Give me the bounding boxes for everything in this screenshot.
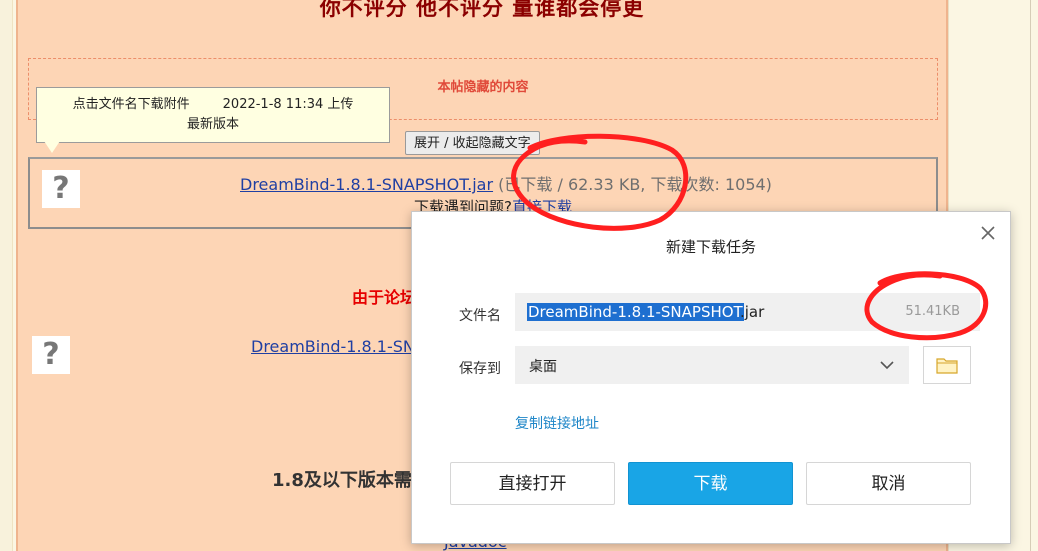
attachment-meta: (已下载 / 62.33 KB, 下载次数: 1054): [498, 175, 772, 194]
forum-notice-text: 由于论坛: [352, 288, 417, 307]
filename-label: 文件名: [459, 308, 501, 324]
filename-field[interactable]: DreamBind-1.8.1-SNAPSHOT .jar 51.41KB: [515, 293, 980, 331]
browse-folder-button[interactable]: [923, 346, 971, 384]
chevron-down-icon: [880, 361, 894, 370]
version-heading: 1.8及以下版本需: [272, 470, 412, 491]
cancel-button[interactable]: 取消: [806, 462, 971, 505]
tooltip-line2: 最新版本: [186, 117, 239, 132]
unknown-file-icon: ?: [42, 170, 80, 208]
open-directly-button[interactable]: 直接打开: [450, 462, 615, 505]
save-to-label: 保存到: [459, 361, 501, 377]
attachment-tooltip: 点击文件名下载附件 2022-1-8 11:34 上传 最新版本: [36, 87, 390, 143]
toggle-hidden-text-button[interactable]: 展开 / 收起隐藏文字: [405, 131, 540, 155]
copy-link-address[interactable]: 复制链接地址: [515, 413, 599, 433]
new-download-dialog: 新建下载任务 文件名 DreamBind-1.8.1-SNAPSHOT .jar…: [411, 211, 1011, 544]
attachment2-filename-link[interactable]: DreamBind-1.8.1-SNA: [251, 337, 426, 356]
filename-extension: .jar: [740, 303, 765, 321]
save-location-value: 桌面: [529, 359, 557, 375]
tooltip-pointer: [44, 141, 60, 153]
folder-icon: [936, 358, 958, 374]
filename-selected-text: DreamBind-1.8.1-SNAPSHOT: [527, 303, 744, 321]
dialog-title: 新建下载任务: [665, 238, 756, 256]
download-button[interactable]: 下载: [628, 462, 793, 505]
page-left-margin: [0, 0, 13, 551]
page-right-rule: [1030, 0, 1031, 551]
post-headline: 你不评分 他不评分 量谁都会停更: [319, 0, 645, 20]
close-icon[interactable]: [977, 222, 999, 244]
tooltip-line1: 点击文件名下载附件 2022-1-8 11:34 上传: [72, 97, 354, 112]
save-location-select[interactable]: 桌面: [515, 346, 909, 384]
file-size: 51.41KB: [905, 304, 960, 319]
attachment-filename-link[interactable]: DreamBind-1.8.1-SNAPSHOT.jar: [240, 175, 493, 194]
unknown-file-icon: ?: [32, 336, 70, 374]
